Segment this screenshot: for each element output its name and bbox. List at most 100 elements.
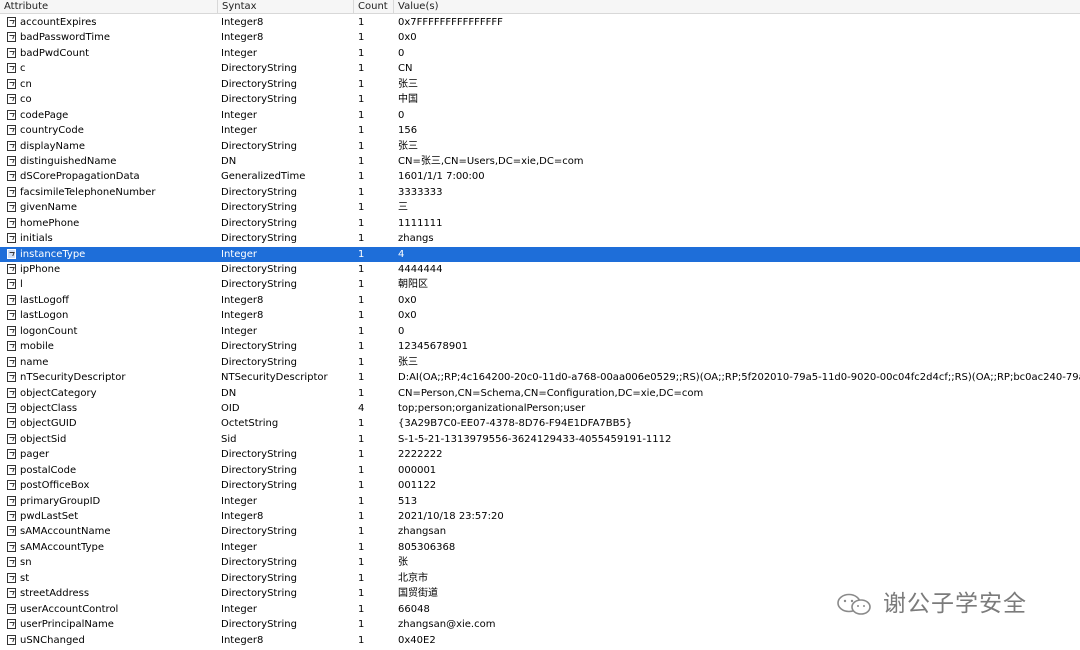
attribute-value: 2021/10/18 23:57:20: [398, 511, 504, 522]
attribute-syntax: DirectoryString: [221, 186, 297, 198]
attribute-name: userAccountControl: [20, 603, 119, 615]
table-row[interactable]: countryCode Integer 1 156: [0, 123, 1080, 138]
table-row[interactable]: uSNChanged Integer8 1 0x40E2: [0, 633, 1080, 648]
attribute-count: 1: [358, 325, 365, 337]
attribute-count: 1: [358, 526, 365, 538]
attribute-count: 1: [358, 418, 365, 430]
table-row[interactable]: homePhone DirectoryString 1 1111111: [0, 216, 1080, 231]
table-row[interactable]: postOfficeBox DirectoryString 1 001122: [0, 478, 1080, 493]
table-row[interactable]: cn DirectoryString 1 张三: [0, 77, 1080, 92]
table-row[interactable]: lastLogon Integer8 1 0x0: [0, 308, 1080, 323]
attribute-icon: [7, 526, 16, 537]
attribute-icon: [7, 94, 16, 105]
table-row[interactable]: primaryGroupID Integer 1 513: [0, 494, 1080, 509]
table-row[interactable]: co DirectoryString 1 中国: [0, 92, 1080, 107]
attribute-syntax: DirectoryString: [221, 526, 297, 538]
attribute-name: nTSecurityDescriptor: [20, 372, 126, 384]
column-header-syntax[interactable]: Syntax: [218, 0, 354, 13]
attribute-name: postOfficeBox: [20, 480, 90, 492]
attribute-value: 北京市: [398, 572, 428, 584]
table-row[interactable]: st DirectoryString 1 北京市: [0, 571, 1080, 586]
column-header-count[interactable]: Count: [354, 0, 394, 13]
table-row[interactable]: objectSid Sid 1 S-1-5-21-1313979556-3624129…: [0, 432, 1080, 447]
table-row[interactable]: badPasswordTime Integer8 1 0x0: [0, 30, 1080, 45]
attribute-syntax: Integer8: [221, 294, 264, 306]
attribute-count: 1: [358, 603, 365, 615]
wechat-icon: [837, 593, 871, 615]
attribute-value: 12345678901: [398, 341, 468, 353]
attribute-icon: [7, 78, 16, 89]
attribute-count: 1: [358, 125, 365, 137]
attribute-count: 1: [358, 171, 365, 183]
attribute-count: 1: [358, 47, 365, 59]
table-row[interactable]: codePage Integer 1 0: [0, 108, 1080, 123]
table-row[interactable]: givenName DirectoryString 1 三: [0, 200, 1080, 215]
table-row[interactable]: name DirectoryString 1 张三: [0, 355, 1080, 370]
attribute-icon: [7, 418, 16, 429]
attribute-value: 4444444: [398, 264, 443, 275]
attribute-value: 三: [398, 202, 408, 214]
table-row[interactable]: mobile DirectoryString 1 12345678901: [0, 339, 1080, 354]
attribute-icon: [7, 279, 16, 290]
table-row[interactable]: nTSecurityDescriptor NTSecurityDescriptor…: [0, 370, 1080, 385]
attribute-syntax: DirectoryString: [221, 572, 297, 584]
attribute-icon: [7, 541, 16, 552]
attribute-icon: [7, 294, 16, 305]
attribute-value: 0x0: [398, 310, 417, 322]
attribute-syntax: DirectoryString: [221, 480, 297, 492]
attribute-count: 1: [358, 155, 365, 167]
attribute-name: pwdLastSet: [20, 511, 79, 522]
table-row[interactable]: distinguishedName DN 1 CN=张三,CN=Users,DC=xi…: [0, 154, 1080, 169]
attribute-syntax: DirectoryString: [221, 78, 297, 90]
table-row[interactable]: lastLogoff Integer8 1 0x0: [0, 293, 1080, 308]
table-row[interactable]: c DirectoryString 1 CN: [0, 61, 1080, 76]
table-row[interactable]: badPwdCount Integer 1 0: [0, 46, 1080, 61]
attribute-count: 1: [358, 511, 365, 522]
table-row[interactable]: logonCount Integer 1 0: [0, 324, 1080, 339]
attribute-count: 1: [358, 433, 365, 445]
table-row[interactable]: l DirectoryString 1 朝阳区: [0, 277, 1080, 292]
table-row[interactable]: pager DirectoryString 1 2222222: [0, 447, 1080, 462]
table-row[interactable]: postalCode DirectoryString 1 000001: [0, 463, 1080, 478]
table-row[interactable]: dSCorePropagationData GeneralizedTime 1 160…: [0, 169, 1080, 184]
attribute-syntax: DirectoryString: [221, 557, 297, 569]
table-row[interactable]: sn DirectoryString 1 张: [0, 555, 1080, 570]
attribute-count: 1: [358, 341, 365, 353]
attribute-name: displayName: [20, 140, 86, 152]
table-row[interactable]: accountExpires Integer8 1 0x7FFFFFFFFFFFFFF…: [0, 15, 1080, 30]
column-header-values[interactable]: Value(s): [394, 0, 1080, 13]
attribute-value: 156: [398, 125, 418, 137]
attribute-value: CN: [398, 63, 413, 75]
attribute-count: 1: [358, 356, 365, 368]
attribute-count: 1: [358, 17, 365, 28]
attribute-icon: [7, 17, 16, 27]
attribute-count: 1: [358, 186, 365, 198]
table-row[interactable]: displayName DirectoryString 1 张三: [0, 139, 1080, 154]
attribute-value: 3333333: [398, 186, 443, 198]
attribute-value: 0x0: [398, 32, 417, 44]
attribute-value: 0x40E2: [398, 634, 436, 646]
table-row[interactable]: pwdLastSet Integer8 1 2021/10/18 23:57:20: [0, 509, 1080, 524]
table-row[interactable]: initials DirectoryString 1 zhangs: [0, 231, 1080, 246]
attribute-icon: [7, 619, 16, 630]
column-header-attribute[interactable]: Attribute: [0, 0, 218, 13]
attribute-icon: [7, 464, 16, 475]
table-row[interactable]: sAMAccountName DirectoryString 1 zhangsan: [0, 524, 1080, 539]
attribute-icon: [7, 603, 16, 614]
attribute-count: 1: [358, 233, 365, 245]
attribute-syntax: Integer: [221, 109, 257, 121]
table-row[interactable]: objectGUID OctetString 1 {3A29B7C0-EE07-437…: [0, 416, 1080, 431]
table-row[interactable]: instanceType Integer 1 4: [0, 246, 1080, 262]
table-row[interactable]: objectClass OID 4 top;person;organizational…: [0, 401, 1080, 416]
attribute-syntax: Integer8: [221, 310, 264, 322]
table-row[interactable]: ipPhone DirectoryString 1 4444444: [0, 262, 1080, 277]
table-row[interactable]: objectCategory DN 1 CN=Person,CN=Schema,CN=…: [0, 386, 1080, 401]
attribute-name: badPasswordTime: [20, 32, 111, 44]
table-row[interactable]: sAMAccountType Integer 1 805306368: [0, 540, 1080, 555]
attribute-icon: [7, 202, 16, 213]
attribute-icon: [7, 140, 16, 151]
attribute-value: 0x7FFFFFFFFFFFFFFF: [398, 17, 503, 28]
attribute-name: objectCategory: [20, 387, 97, 399]
attribute-value: 513: [398, 495, 418, 507]
table-row[interactable]: facsimileTelephoneNumber DirectoryString 1…: [0, 185, 1080, 200]
